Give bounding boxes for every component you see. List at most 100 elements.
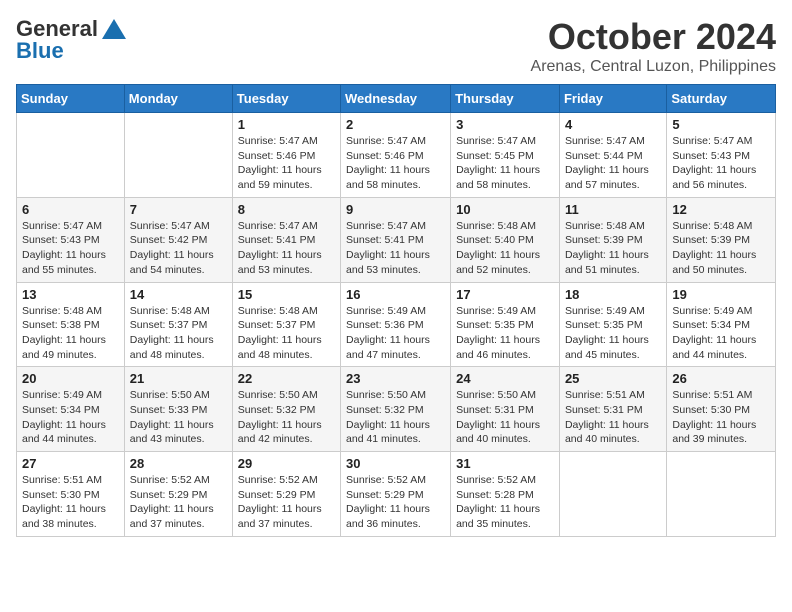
calendar-cell: 3Sunrise: 5:47 AM Sunset: 5:45 PM Daylig…: [451, 113, 560, 198]
day-number: 21: [130, 371, 227, 386]
calendar-body: 1 Sunrise: 5:47 AM Sunset: 5:46 PM Daylig…: [17, 113, 776, 537]
calendar-cell: 28Sunrise: 5:52 AM Sunset: 5:29 PM Dayli…: [124, 452, 232, 537]
day-number: 12: [672, 202, 770, 217]
location-title: Arenas, Central Luzon, Philippines: [531, 58, 776, 76]
calendar-cell: 29 Sunrise: 5:52 AM Sunset: 5:29 PM Dayli…: [232, 452, 340, 537]
calendar-cell: 23 Sunrise: 5:50 AM Sunset: 5:32 PM Dayli…: [341, 367, 451, 452]
calendar-cell: 22Sunrise: 5:50 AM Sunset: 5:32 PM Dayli…: [232, 367, 340, 452]
calendar-cell: 17 Sunrise: 5:49 AM Sunset: 5:35 PM Dayli…: [451, 282, 560, 367]
calendar-cell: 20 Sunrise: 5:49 AM Sunset: 5:34 PM Dayli…: [17, 367, 125, 452]
day-number: 6: [22, 202, 119, 217]
day-number: 26: [672, 371, 770, 386]
day-info: Sunrise: 5:48 AM Sunset: 5:40 PM Dayligh…: [456, 219, 554, 278]
day-info: Sunrise: 5:48 AM Sunset: 5:38 PM Dayligh…: [22, 304, 119, 363]
day-number: 18: [565, 287, 661, 302]
day-info: Sunrise: 5:48 AM Sunset: 5:37 PM Dayligh…: [130, 304, 227, 363]
day-info: Sunrise: 5:52 AM Sunset: 5:29 PM Dayligh…: [238, 473, 335, 532]
day-info: Sunrise: 5:47 AM Sunset: 5:44 PM Dayligh…: [565, 134, 661, 193]
day-number: 17: [456, 287, 554, 302]
day-number: 27: [22, 456, 119, 471]
day-info: Sunrise: 5:49 AM Sunset: 5:34 PM Dayligh…: [22, 388, 119, 447]
calendar-cell: 27 Sunrise: 5:51 AM Sunset: 5:30 PM Dayli…: [17, 452, 125, 537]
day-number: 13: [22, 287, 119, 302]
calendar-cell: 12 Sunrise: 5:48 AM Sunset: 5:39 PM Dayli…: [667, 197, 776, 282]
week-row-2: 6Sunrise: 5:47 AM Sunset: 5:43 PM Daylig…: [17, 197, 776, 282]
day-info: Sunrise: 5:47 AM Sunset: 5:46 PM Dayligh…: [346, 134, 445, 193]
day-info: Sunrise: 5:47 AM Sunset: 5:41 PM Dayligh…: [346, 219, 445, 278]
week-row-5: 27 Sunrise: 5:51 AM Sunset: 5:30 PM Dayli…: [17, 452, 776, 537]
day-info: Sunrise: 5:48 AM Sunset: 5:39 PM Dayligh…: [672, 219, 770, 278]
day-number: 29: [238, 456, 335, 471]
calendar-cell: 21Sunrise: 5:50 AM Sunset: 5:33 PM Dayli…: [124, 367, 232, 452]
day-number: 31: [456, 456, 554, 471]
calendar-cell: 11 Sunrise: 5:48 AM Sunset: 5:39 PM Dayli…: [559, 197, 666, 282]
calendar-cell: 8 Sunrise: 5:47 AM Sunset: 5:41 PM Daylig…: [232, 197, 340, 282]
header-row: SundayMondayTuesdayWednesdayThursdayFrid…: [17, 85, 776, 113]
calendar-cell: 25Sunrise: 5:51 AM Sunset: 5:31 PM Dayli…: [559, 367, 666, 452]
title-block: October 2024 Arenas, Central Luzon, Phil…: [531, 16, 776, 76]
day-info: Sunrise: 5:51 AM Sunset: 5:30 PM Dayligh…: [22, 473, 119, 532]
month-title: October 2024: [531, 16, 776, 58]
day-number: 15: [238, 287, 335, 302]
calendar-cell: 1 Sunrise: 5:47 AM Sunset: 5:46 PM Daylig…: [232, 113, 340, 198]
calendar-cell: 14Sunrise: 5:48 AM Sunset: 5:37 PM Dayli…: [124, 282, 232, 367]
calendar-cell: 7Sunrise: 5:47 AM Sunset: 5:42 PM Daylig…: [124, 197, 232, 282]
calendar-cell: 9 Sunrise: 5:47 AM Sunset: 5:41 PM Daylig…: [341, 197, 451, 282]
logo-icon: [100, 17, 128, 41]
day-info: Sunrise: 5:47 AM Sunset: 5:45 PM Dayligh…: [456, 134, 554, 193]
day-info: Sunrise: 5:48 AM Sunset: 5:39 PM Dayligh…: [565, 219, 661, 278]
calendar-cell: [667, 452, 776, 537]
header-sunday: Sunday: [17, 85, 125, 113]
day-info: Sunrise: 5:52 AM Sunset: 5:28 PM Dayligh…: [456, 473, 554, 532]
logo: General Blue: [16, 16, 128, 64]
day-info: Sunrise: 5:49 AM Sunset: 5:36 PM Dayligh…: [346, 304, 445, 363]
header-wednesday: Wednesday: [341, 85, 451, 113]
day-number: 30: [346, 456, 445, 471]
day-number: 20: [22, 371, 119, 386]
calendar-cell: 6Sunrise: 5:47 AM Sunset: 5:43 PM Daylig…: [17, 197, 125, 282]
calendar-cell: 5 Sunrise: 5:47 AM Sunset: 5:43 PM Daylig…: [667, 113, 776, 198]
day-info: Sunrise: 5:48 AM Sunset: 5:37 PM Dayligh…: [238, 304, 335, 363]
header-thursday: Thursday: [451, 85, 560, 113]
day-info: Sunrise: 5:50 AM Sunset: 5:32 PM Dayligh…: [346, 388, 445, 447]
calendar-cell: 10 Sunrise: 5:48 AM Sunset: 5:40 PM Dayli…: [451, 197, 560, 282]
day-number: 11: [565, 202, 661, 217]
calendar-cell: [559, 452, 666, 537]
day-info: Sunrise: 5:50 AM Sunset: 5:32 PM Dayligh…: [238, 388, 335, 447]
week-row-3: 13 Sunrise: 5:48 AM Sunset: 5:38 PM Dayli…: [17, 282, 776, 367]
day-number: 23: [346, 371, 445, 386]
day-info: Sunrise: 5:52 AM Sunset: 5:29 PM Dayligh…: [346, 473, 445, 532]
header-tuesday: Tuesday: [232, 85, 340, 113]
calendar-cell: [17, 113, 125, 198]
day-info: Sunrise: 5:49 AM Sunset: 5:34 PM Dayligh…: [672, 304, 770, 363]
day-number: 5: [672, 117, 770, 132]
calendar-cell: 24Sunrise: 5:50 AM Sunset: 5:31 PM Dayli…: [451, 367, 560, 452]
day-info: Sunrise: 5:47 AM Sunset: 5:41 PM Dayligh…: [238, 219, 335, 278]
day-number: 9: [346, 202, 445, 217]
day-number: 24: [456, 371, 554, 386]
day-number: 10: [456, 202, 554, 217]
week-row-1: 1 Sunrise: 5:47 AM Sunset: 5:46 PM Daylig…: [17, 113, 776, 198]
day-info: Sunrise: 5:51 AM Sunset: 5:31 PM Dayligh…: [565, 388, 661, 447]
day-info: Sunrise: 5:49 AM Sunset: 5:35 PM Dayligh…: [456, 304, 554, 363]
calendar-cell: 18Sunrise: 5:49 AM Sunset: 5:35 PM Dayli…: [559, 282, 666, 367]
calendar-cell: 16Sunrise: 5:49 AM Sunset: 5:36 PM Dayli…: [341, 282, 451, 367]
calendar-cell: 2 Sunrise: 5:47 AM Sunset: 5:46 PM Daylig…: [341, 113, 451, 198]
calendar-cell: 30 Sunrise: 5:52 AM Sunset: 5:29 PM Dayli…: [341, 452, 451, 537]
day-info: Sunrise: 5:52 AM Sunset: 5:29 PM Dayligh…: [130, 473, 227, 532]
calendar-cell: 19 Sunrise: 5:49 AM Sunset: 5:34 PM Dayli…: [667, 282, 776, 367]
calendar-header: SundayMondayTuesdayWednesdayThursdayFrid…: [17, 85, 776, 113]
header-friday: Friday: [559, 85, 666, 113]
day-number: 8: [238, 202, 335, 217]
calendar-cell: 13 Sunrise: 5:48 AM Sunset: 5:38 PM Dayli…: [17, 282, 125, 367]
day-info: Sunrise: 5:51 AM Sunset: 5:30 PM Dayligh…: [672, 388, 770, 447]
day-number: 7: [130, 202, 227, 217]
calendar-cell: 31 Sunrise: 5:52 AM Sunset: 5:28 PM Dayli…: [451, 452, 560, 537]
week-row-4: 20 Sunrise: 5:49 AM Sunset: 5:34 PM Dayli…: [17, 367, 776, 452]
day-number: 1: [238, 117, 335, 132]
day-number: 19: [672, 287, 770, 302]
day-info: Sunrise: 5:47 AM Sunset: 5:43 PM Dayligh…: [672, 134, 770, 193]
calendar-table: SundayMondayTuesdayWednesdayThursdayFrid…: [16, 84, 776, 537]
day-number: 2: [346, 117, 445, 132]
day-info: Sunrise: 5:47 AM Sunset: 5:46 PM Dayligh…: [238, 134, 335, 193]
